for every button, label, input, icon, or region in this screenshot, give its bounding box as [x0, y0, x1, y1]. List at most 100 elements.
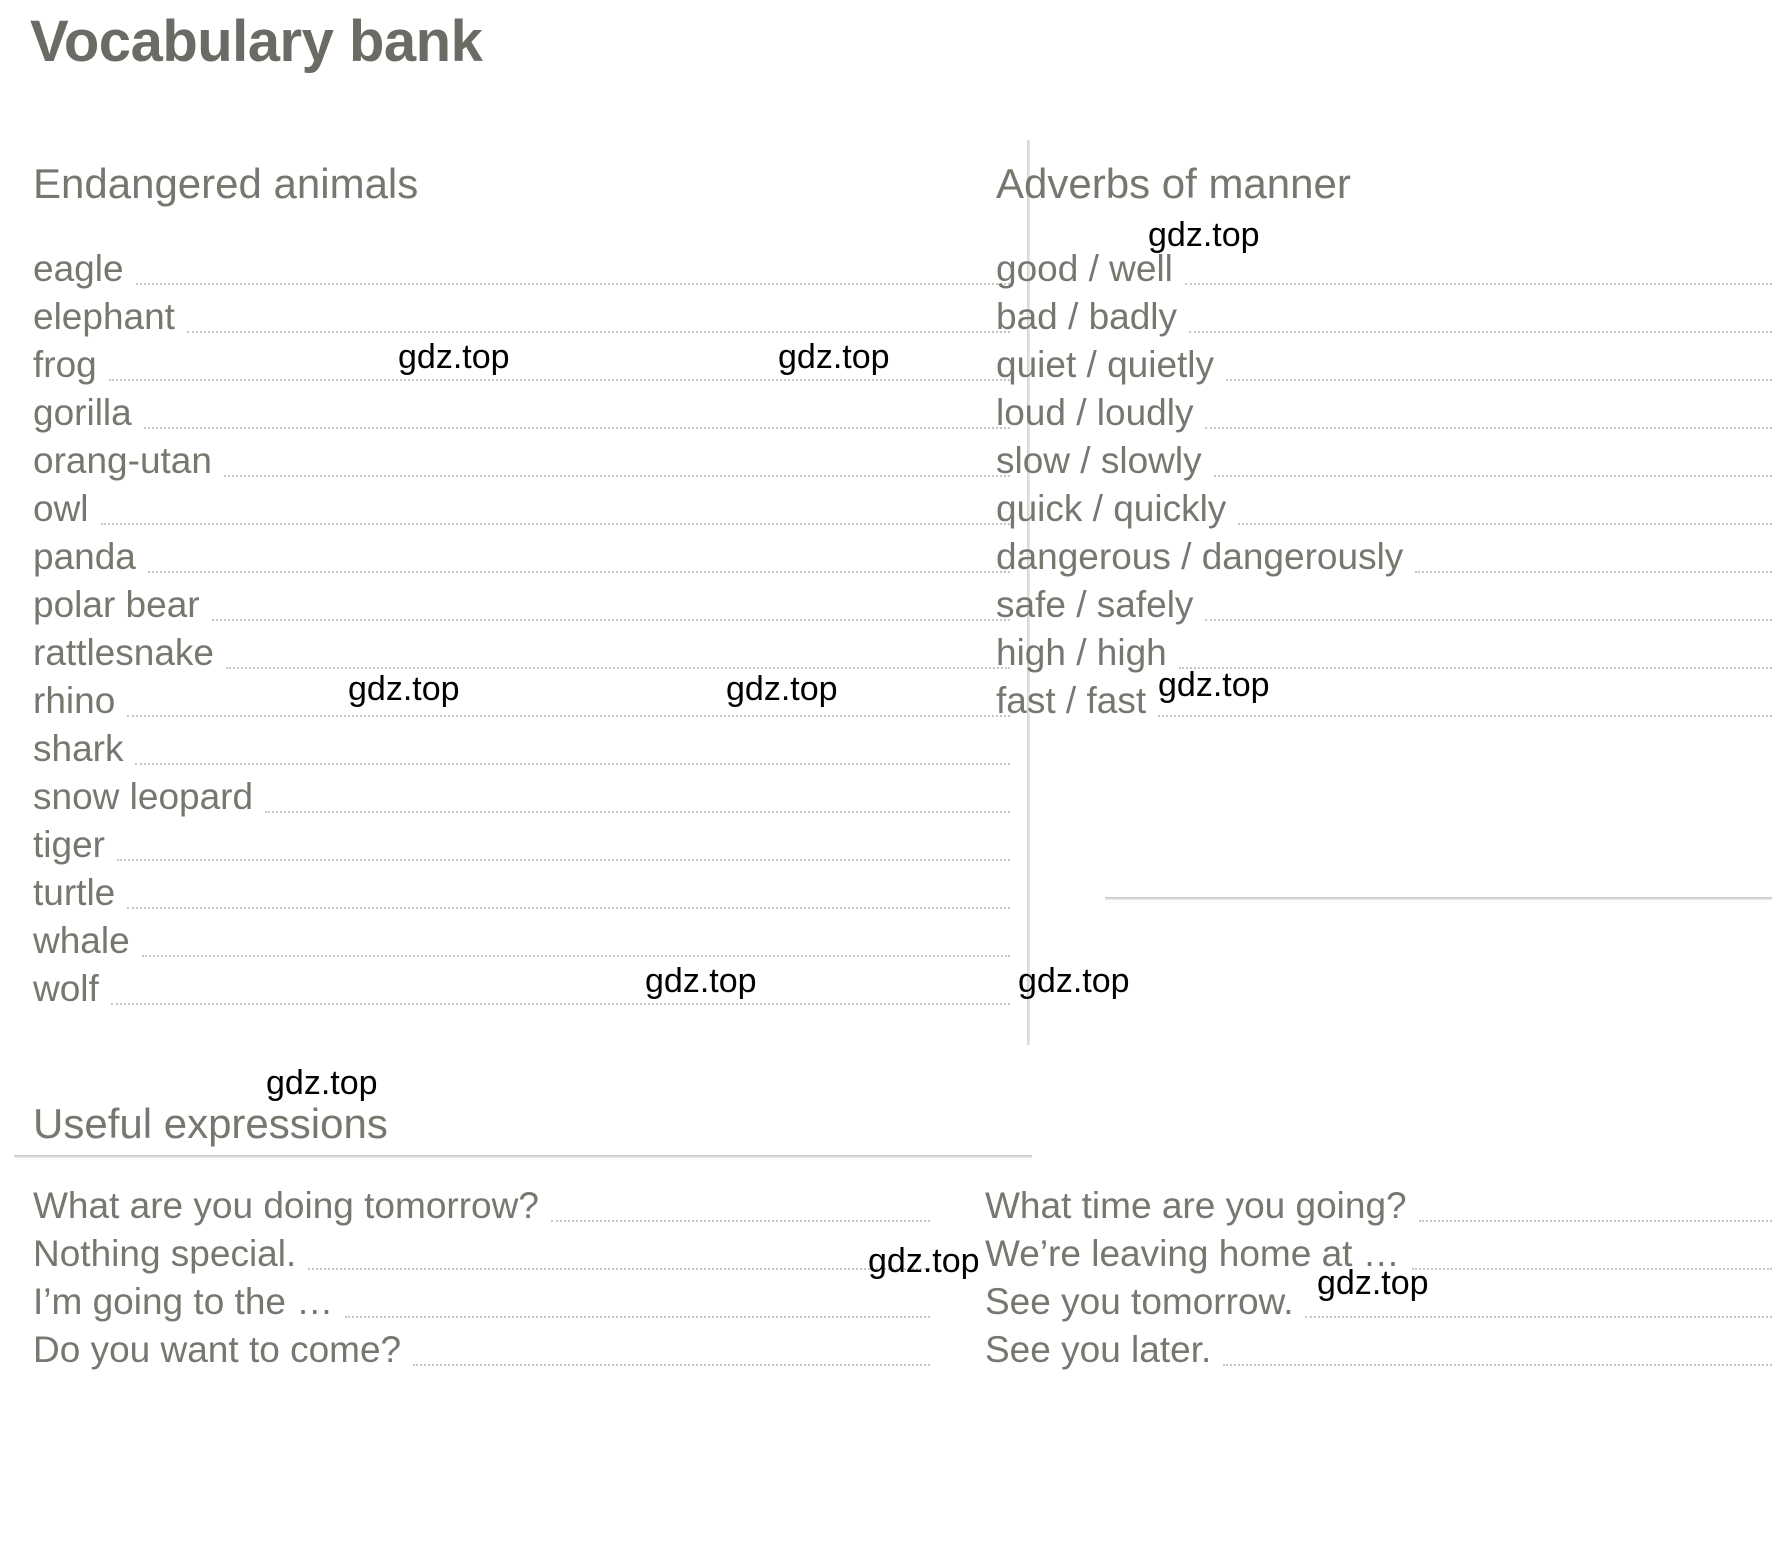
answer-blank-line[interactable]: [1238, 523, 1772, 525]
watermark: gdz.top: [1148, 216, 1260, 254]
vocabulary-row: bad / badly: [996, 293, 1772, 341]
vocabulary-term: owl: [33, 488, 89, 529]
adverbs-of-manner-card-bottom-edge: [1105, 897, 1772, 900]
answer-blank-line[interactable]: [1158, 715, 1772, 717]
vocabulary-row: quiet / quietly: [996, 341, 1772, 389]
vocabulary-row: good / well: [996, 245, 1772, 293]
page-title: Vocabulary bank: [30, 9, 483, 74]
answer-blank-line[interactable]: [265, 811, 1010, 813]
answer-blank-line[interactable]: [1205, 427, 1772, 429]
vocabulary-term: rhino: [33, 680, 116, 721]
vocabulary-term: Do you want to come?: [33, 1329, 402, 1370]
vocabulary-row: I’m going to the …: [33, 1278, 930, 1326]
vocabulary-term: I’m going to the …: [33, 1281, 334, 1322]
answer-blank-line[interactable]: [1418, 1220, 1772, 1222]
vocabulary-term: panda: [33, 536, 136, 577]
answer-blank-line[interactable]: [226, 667, 1010, 669]
vocabulary-term: whale: [33, 920, 130, 961]
answer-blank-line[interactable]: [141, 955, 1010, 957]
answer-blank-line[interactable]: [1184, 283, 1772, 285]
answer-blank-line[interactable]: [308, 1268, 930, 1270]
vocabulary-term: elephant: [33, 296, 175, 337]
vocabulary-row: dangerous / dangerously: [996, 533, 1772, 581]
useful-expressions-left-list: What are you doing tomorrow? Nothing spec…: [33, 1182, 930, 1374]
answer-blank-line[interactable]: [135, 283, 1010, 285]
answer-blank-line[interactable]: [135, 763, 1010, 765]
answer-blank-line[interactable]: [211, 619, 1010, 621]
answer-blank-line[interactable]: [143, 427, 1010, 429]
vocabulary-term: polar bear: [33, 584, 200, 625]
watermark: gdz.top: [645, 962, 757, 1000]
answer-blank-line[interactable]: [127, 715, 1010, 717]
vocabulary-row: owl: [33, 485, 1010, 533]
vocabulary-term: What are you doing tomorrow?: [33, 1185, 539, 1226]
watermark: gdz.top: [348, 670, 460, 708]
vocabulary-row: polar bear: [33, 581, 1010, 629]
answer-blank-line[interactable]: [108, 379, 1010, 381]
watermark: gdz.top: [1158, 666, 1270, 704]
vocabulary-row: fast / fast: [996, 677, 1772, 725]
vocabulary-term: high / high: [996, 632, 1167, 673]
vocabulary-row: See you later.: [985, 1326, 1772, 1374]
vocabulary-term: wolf: [33, 968, 99, 1009]
vocabulary-row: eagle: [33, 245, 1010, 293]
vocabulary-row: orang-utan: [33, 437, 1010, 485]
vocabulary-row: turtle: [33, 869, 1010, 917]
vocabulary-term: shark: [33, 728, 124, 769]
vocabulary-term: gorilla: [33, 392, 132, 433]
vocabulary-term: quick / quickly: [996, 488, 1227, 529]
answer-blank-line[interactable]: [223, 475, 1010, 477]
answer-blank-line[interactable]: [147, 571, 1010, 573]
vocabulary-term: What time are you going?: [985, 1185, 1407, 1226]
vocabulary-row: high / high: [996, 629, 1772, 677]
vocabulary-row: Nothing special.: [33, 1230, 930, 1278]
vocabulary-row: elephant: [33, 293, 1010, 341]
vocabulary-row: shark: [33, 725, 1010, 773]
vocabulary-term: tiger: [33, 824, 105, 865]
answer-blank-line[interactable]: [1223, 1364, 1772, 1366]
watermark: gdz.top: [726, 670, 838, 708]
answer-blank-line[interactable]: [100, 523, 1010, 525]
adverbs-of-manner-list: good / well bad / badly quiet / quietly lou…: [996, 245, 1772, 725]
vocabulary-row: snow leopard: [33, 773, 1010, 821]
answer-blank-line[interactable]: [1411, 1268, 1772, 1270]
vocabulary-row: Do you want to come?: [33, 1326, 930, 1374]
vocabulary-row: What time are you going?: [985, 1182, 1772, 1230]
answer-blank-line[interactable]: [1189, 331, 1772, 333]
watermark: gdz.top: [778, 338, 890, 376]
answer-blank-line[interactable]: [127, 907, 1010, 909]
vocabulary-term: quiet / quietly: [996, 344, 1215, 385]
vocabulary-term: Nothing special.: [33, 1233, 297, 1274]
vocabulary-row: slow / slowly: [996, 437, 1772, 485]
vocabulary-row: rattlesnake: [33, 629, 1010, 677]
answer-blank-line[interactable]: [1213, 475, 1772, 477]
vocabulary-term: dangerous / dangerously: [996, 536, 1404, 577]
answer-blank-line[interactable]: [1205, 619, 1772, 621]
watermark: gdz.top: [1317, 1264, 1429, 1302]
answer-blank-line[interactable]: [1305, 1316, 1772, 1318]
vocabulary-term: eagle: [33, 248, 124, 289]
vocabulary-row: rhino: [33, 677, 1010, 725]
answer-blank-line[interactable]: [1415, 571, 1772, 573]
vocabulary-term: orang-utan: [33, 440, 212, 481]
answer-blank-line[interactable]: [1226, 379, 1772, 381]
answer-blank-line[interactable]: [345, 1316, 930, 1318]
answer-blank-line[interactable]: [110, 1003, 1010, 1005]
answer-blank-line[interactable]: [186, 331, 1010, 333]
vocabulary-term: snow leopard: [33, 776, 254, 817]
vocabulary-term: frog: [33, 344, 97, 385]
answer-blank-line[interactable]: [413, 1364, 930, 1366]
endangered-animals-card-bottom-edge: [14, 1155, 1032, 1158]
vocabulary-row: whale: [33, 917, 1010, 965]
answer-blank-line[interactable]: [550, 1220, 930, 1222]
vocabulary-row: What are you doing tomorrow?: [33, 1182, 930, 1230]
vocabulary-row: wolf: [33, 965, 1010, 1013]
vocabulary-row: loud / loudly: [996, 389, 1772, 437]
vocabulary-term: See you tomorrow.: [985, 1281, 1294, 1322]
endangered-animals-heading: Endangered animals: [33, 160, 419, 207]
vocabulary-row: gorilla: [33, 389, 1010, 437]
answer-blank-line[interactable]: [116, 859, 1010, 861]
vocabulary-term: slow / slowly: [996, 440, 1202, 481]
vocabulary-term: loud / loudly: [996, 392, 1194, 433]
vocabulary-term: good / well: [996, 248, 1173, 289]
